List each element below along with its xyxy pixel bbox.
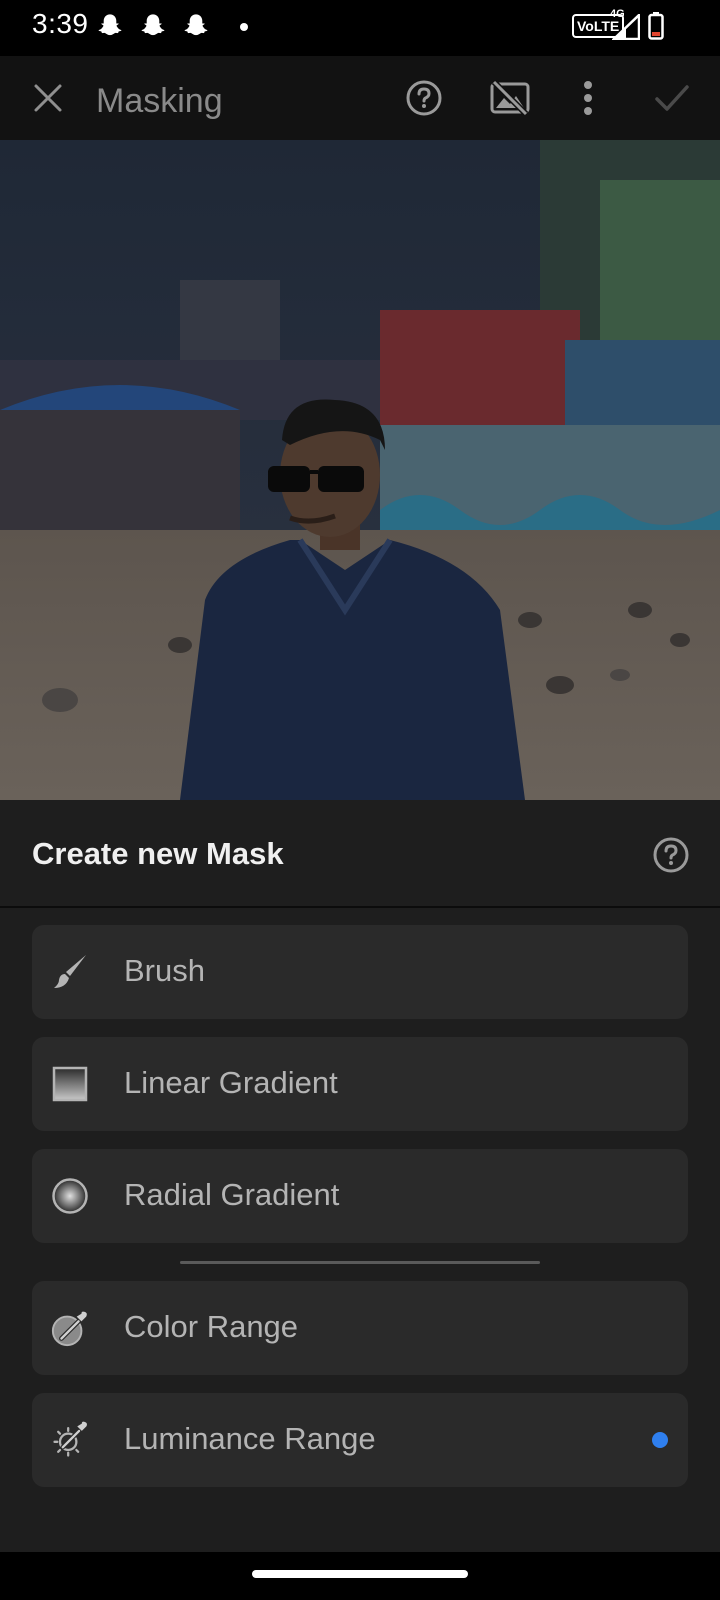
panel-title: Create new Mask	[32, 836, 284, 871]
mask-option-luminance-range[interactable]: Luminance Range	[32, 1393, 688, 1487]
mask-option-label: Radial Gradient	[124, 1177, 340, 1212]
status-time: 3:39	[32, 8, 89, 39]
color-range-icon	[50, 1308, 90, 1348]
mask-option-label: Color Range	[124, 1309, 299, 1344]
new-feature-indicator	[652, 1432, 668, 1448]
mask-option-label: Luminance Range	[124, 1421, 376, 1456]
help-icon[interactable]	[404, 78, 444, 118]
home-indicator[interactable]	[252, 1570, 468, 1578]
mask-option-label: Linear Gradient	[124, 1065, 338, 1100]
help-icon[interactable]	[652, 836, 690, 874]
mask-option-label: Brush	[124, 953, 205, 988]
battery-icon	[648, 12, 664, 40]
notification-dot	[240, 23, 248, 31]
panel-header: Create new Mask	[0, 800, 720, 908]
snapchat-icon	[98, 14, 122, 36]
snapchat-icon	[141, 14, 165, 36]
status-bar: 3:39 VoLTE 4G	[0, 0, 720, 56]
mask-option-linear-gradient[interactable]: Linear Gradient	[32, 1037, 688, 1131]
photo-preview[interactable]	[0, 140, 720, 800]
linear-gradient-icon	[50, 1064, 90, 1104]
section-divider	[180, 1261, 540, 1264]
mask-option-color-range[interactable]: Color Range	[32, 1281, 688, 1375]
radial-gradient-icon	[50, 1176, 90, 1216]
create-mask-panel: Create new Mask Brush Linear Gradient Ra…	[0, 800, 720, 1552]
masking-toolbar: Masking	[0, 56, 720, 140]
brush-icon	[50, 952, 90, 992]
more-icon[interactable]	[568, 78, 608, 118]
close-icon[interactable]	[28, 78, 68, 118]
signal-icon	[612, 14, 640, 40]
mask-option-brush[interactable]: Brush	[32, 925, 688, 1019]
toolbar-title: Masking	[96, 82, 223, 120]
system-nav-bar	[0, 1552, 720, 1600]
mask-option-radial-gradient[interactable]: Radial Gradient	[32, 1149, 688, 1243]
mask-overlay-off-icon[interactable]	[490, 78, 530, 118]
checkmark-icon[interactable]	[652, 78, 692, 118]
snapchat-icon	[184, 14, 208, 36]
luminance-range-icon	[50, 1420, 90, 1460]
